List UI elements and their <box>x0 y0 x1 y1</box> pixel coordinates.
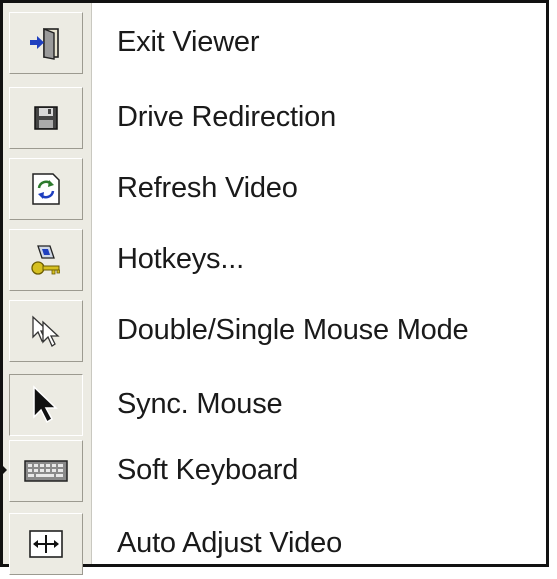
context-menu: Exit Viewer Drive Redirection Refresh Vi… <box>0 0 549 575</box>
icon-cell <box>9 512 83 575</box>
menu-item-hotkeys[interactable]: Hotkeys... <box>3 224 546 295</box>
menu-item-label: Hotkeys... <box>117 243 244 275</box>
menu-item-label: Sync. Mouse <box>117 388 283 420</box>
exit-door-icon <box>28 25 64 61</box>
menu-item-sync-mouse[interactable]: Sync. Mouse <box>3 369 546 440</box>
menu-item-drive-redirection[interactable]: Drive Redirection <box>3 82 546 153</box>
menu-item-auto-adjust-video[interactable]: Auto Adjust Video <box>3 508 546 579</box>
refresh-icon <box>29 172 63 206</box>
menu-item-label: Auto Adjust Video <box>117 527 343 559</box>
menu-item-label: Exit Viewer <box>117 26 260 58</box>
icon-cell <box>9 86 83 149</box>
icon-cell <box>9 299 83 362</box>
menu-item-label: Refresh Video <box>117 172 298 204</box>
menu-item-exit-viewer[interactable]: Exit Viewer <box>3 7 546 78</box>
icon-cell <box>9 228 83 291</box>
icon-cell <box>9 439 83 502</box>
menu-item-label: Double/Single Mouse Mode <box>117 314 469 346</box>
hotkeys-key-icon <box>28 242 64 278</box>
keyboard-icon <box>24 459 68 483</box>
icon-cell <box>9 11 83 74</box>
double-cursor-icon <box>29 314 63 348</box>
floppy-disk-icon <box>33 105 59 131</box>
menu-item-label: Soft Keyboard <box>117 454 299 486</box>
icon-cell <box>9 157 83 220</box>
icon-cell <box>9 373 83 436</box>
auto-adjust-icon <box>28 529 64 559</box>
mouse-pointer-icon <box>31 384 61 425</box>
menu-item-label: Drive Redirection <box>117 101 337 133</box>
menu-item-soft-keyboard[interactable]: Soft Keyboard <box>3 435 546 506</box>
menu-item-refresh-video[interactable]: Refresh Video <box>3 153 546 224</box>
menu-item-double-single-mouse-mode[interactable]: Double/Single Mouse Mode <box>3 295 546 366</box>
